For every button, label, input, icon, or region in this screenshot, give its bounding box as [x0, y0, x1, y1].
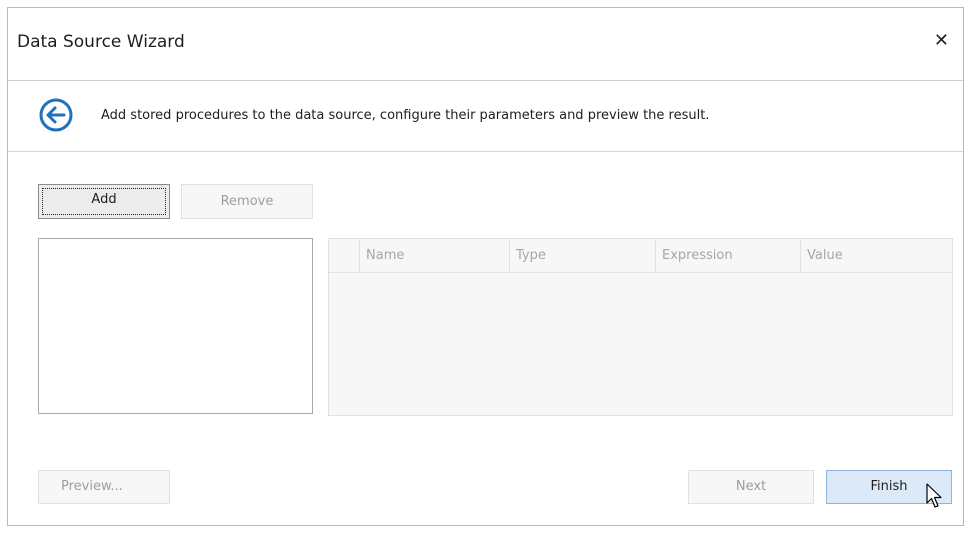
title-bar: Data Source Wizard ✕: [8, 8, 963, 81]
close-icon[interactable]: ✕: [934, 32, 949, 50]
back-arrow-circle-icon[interactable]: [38, 97, 74, 133]
wizard-window: Data Source Wizard ✕ Add stored procedur…: [7, 7, 964, 526]
next-button[interactable]: Next: [688, 470, 814, 504]
preview-button[interactable]: Preview...: [38, 470, 170, 504]
add-button-label: Add: [91, 192, 117, 207]
stored-procedures-list[interactable]: [38, 238, 313, 414]
column-header-name[interactable]: Name: [359, 239, 509, 272]
grid-header: Name Type Expression Value: [329, 239, 952, 273]
mouse-pointer-icon: [926, 483, 944, 509]
remove-button[interactable]: Remove: [181, 184, 313, 219]
window-title: Data Source Wizard: [17, 32, 185, 52]
wizard-instruction: Add stored procedures to the data source…: [101, 108, 710, 123]
parameters-grid[interactable]: Name Type Expression Value: [328, 238, 953, 416]
column-header-expression[interactable]: Expression: [655, 239, 800, 272]
column-header-type[interactable]: Type: [509, 239, 655, 272]
column-header-value[interactable]: Value: [800, 239, 952, 272]
wizard-header: Add stored procedures to the data source…: [8, 81, 963, 152]
add-button[interactable]: Add: [38, 184, 170, 219]
